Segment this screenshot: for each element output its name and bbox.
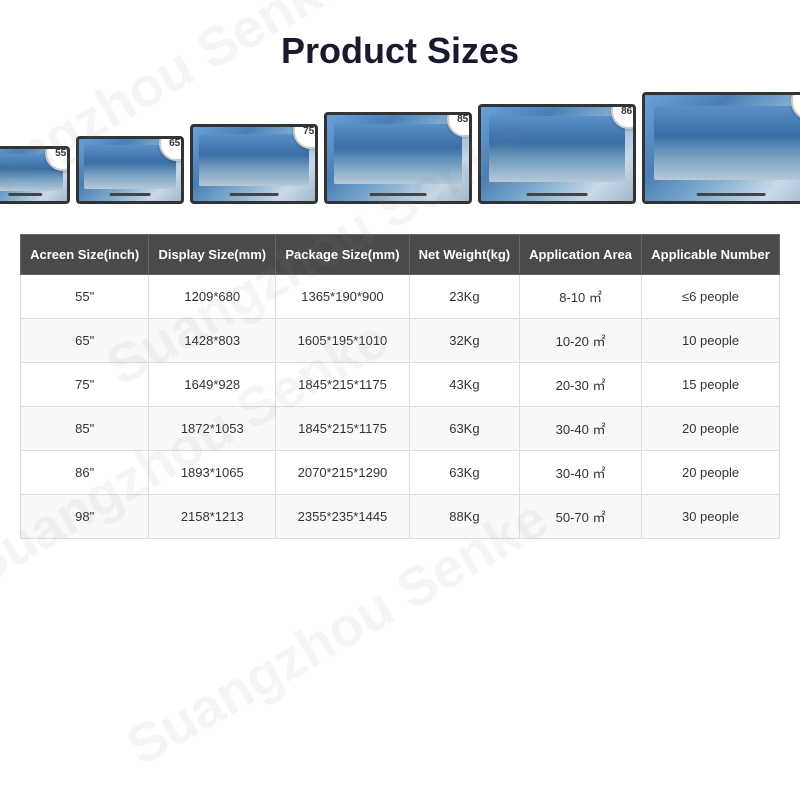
table-cell-2-5: 15 people	[642, 363, 780, 407]
table-cell-0-1: 1209*680	[149, 275, 276, 319]
table-cell-3-2: 1845*215*1175	[276, 407, 410, 451]
table-cell-3-0: 85"	[21, 407, 149, 451]
table-cell-2-4: 20-30 ㎡	[520, 363, 642, 407]
table-cell-3-3: 63Kg	[409, 407, 519, 451]
table-cell-4-4: 30-40 ㎡	[520, 451, 642, 495]
col-header-applicable: Applicable Number	[642, 235, 780, 275]
table-cell-4-2: 2070*215*1290	[276, 451, 410, 495]
table-cell-5-5: 30 people	[642, 495, 780, 539]
table-header-row: Acreen Size(inch) Display Size(mm) Packa…	[21, 235, 780, 275]
col-header-screen-size: Acreen Size(inch)	[21, 235, 149, 275]
table-cell-0-5: ≤6 people	[642, 275, 780, 319]
col-header-app-area: Application Area	[520, 235, 642, 275]
table-row: 75"1649*9281845*215*117543Kg20-30 ㎡15 pe…	[21, 363, 780, 407]
table-cell-2-3: 43Kg	[409, 363, 519, 407]
product-table-container: Acreen Size(inch) Display Size(mm) Packa…	[20, 234, 780, 539]
table-cell-5-3: 88Kg	[409, 495, 519, 539]
size-badge-55: 55"	[45, 146, 70, 171]
table-cell-5-1: 2158*1213	[149, 495, 276, 539]
page-title: Product Sizes	[0, 0, 800, 82]
screens-illustration: 55" 65" 75" 85" 86" 98"	[0, 82, 800, 224]
table-cell-1-0: 65"	[21, 319, 149, 363]
table-cell-3-1: 1872*1053	[149, 407, 276, 451]
table-cell-3-4: 30-40 ㎡	[520, 407, 642, 451]
table-cell-0-3: 23Kg	[409, 275, 519, 319]
table-cell-0-2: 1365*190*900	[276, 275, 410, 319]
product-table: Acreen Size(inch) Display Size(mm) Packa…	[20, 234, 780, 539]
table-cell-1-4: 10-20 ㎡	[520, 319, 642, 363]
table-cell-2-2: 1845*215*1175	[276, 363, 410, 407]
table-cell-0-0: 55"	[21, 275, 149, 319]
screen-98: 98"	[642, 92, 800, 204]
table-cell-4-0: 86"	[21, 451, 149, 495]
table-row: 85"1872*10531845*215*117563Kg30-40 ㎡20 p…	[21, 407, 780, 451]
screen-65: 65"	[76, 136, 184, 204]
table-cell-5-0: 98"	[21, 495, 149, 539]
table-cell-4-5: 20 people	[642, 451, 780, 495]
table-cell-0-4: 8-10 ㎡	[520, 275, 642, 319]
table-cell-5-2: 2355*235*1445	[276, 495, 410, 539]
table-row: 98"2158*12132355*235*144588Kg50-70 ㎡30 p…	[21, 495, 780, 539]
size-badge-75: 75"	[293, 124, 318, 149]
table-cell-2-0: 75"	[21, 363, 149, 407]
table-row: 55"1209*6801365*190*90023Kg8-10 ㎡≤6 peop…	[21, 275, 780, 319]
table-cell-4-3: 63Kg	[409, 451, 519, 495]
col-header-display-size: Display Size(mm)	[149, 235, 276, 275]
size-badge-98: 98"	[791, 92, 800, 121]
table-row: 65"1428*8031605*195*101032Kg10-20 ㎡10 pe…	[21, 319, 780, 363]
col-header-net-weight: Net Weight(kg)	[409, 235, 519, 275]
table-cell-4-1: 1893*1065	[149, 451, 276, 495]
screen-75: 75"	[190, 124, 318, 204]
table-cell-1-3: 32Kg	[409, 319, 519, 363]
screen-86: 86"	[478, 104, 636, 204]
screen-55: 55"	[0, 146, 70, 204]
table-cell-1-1: 1428*803	[149, 319, 276, 363]
screen-85: 85"	[324, 112, 472, 204]
table-cell-1-5: 10 people	[642, 319, 780, 363]
table-body: 55"1209*6801365*190*90023Kg8-10 ㎡≤6 peop…	[21, 275, 780, 539]
size-badge-65: 65"	[159, 136, 184, 161]
size-badge-85: 85"	[447, 112, 472, 137]
table-cell-1-2: 1605*195*1010	[276, 319, 410, 363]
table-cell-2-1: 1649*928	[149, 363, 276, 407]
table-cell-3-5: 20 people	[642, 407, 780, 451]
table-row: 86"1893*10652070*215*129063Kg30-40 ㎡20 p…	[21, 451, 780, 495]
table-cell-5-4: 50-70 ㎡	[520, 495, 642, 539]
size-badge-86: 86"	[611, 104, 636, 129]
col-header-package-size: Package Size(mm)	[276, 235, 410, 275]
